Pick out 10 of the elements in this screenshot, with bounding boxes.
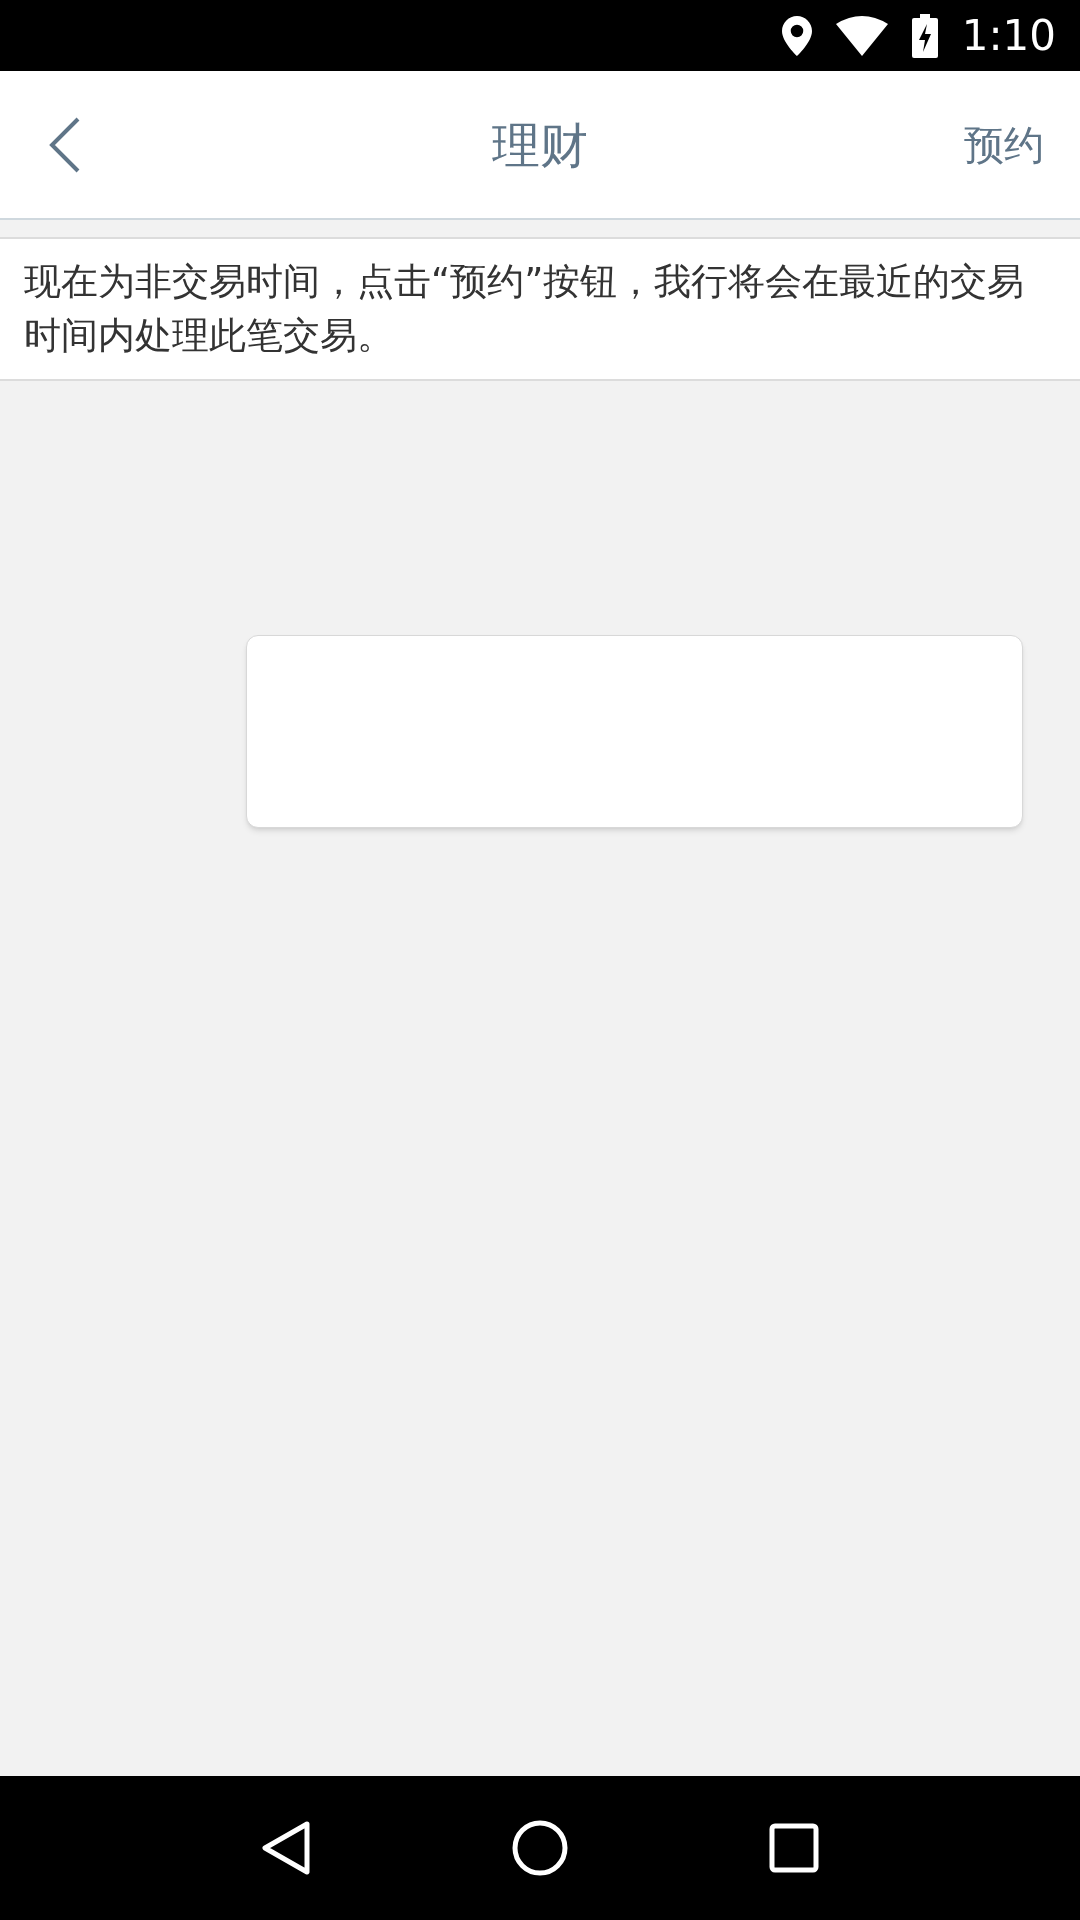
back-icon[interactable]: [48, 115, 82, 174]
clock-time: 1:10: [961, 10, 1056, 62]
wifi-icon: [835, 15, 888, 56]
location-icon: [781, 15, 812, 56]
recents-nav-icon[interactable]: [769, 1823, 820, 1873]
reserve-button[interactable]: 预约: [964, 114, 1044, 175]
page-title: 理财: [492, 115, 588, 175]
notice-text: 现在为非交易时间，点击“预约”按钮，我行将会在最近的交易时间内处理此笔交易。: [24, 259, 1026, 359]
home-nav-icon[interactable]: [512, 1820, 568, 1876]
back-nav-icon[interactable]: [260, 1820, 311, 1876]
